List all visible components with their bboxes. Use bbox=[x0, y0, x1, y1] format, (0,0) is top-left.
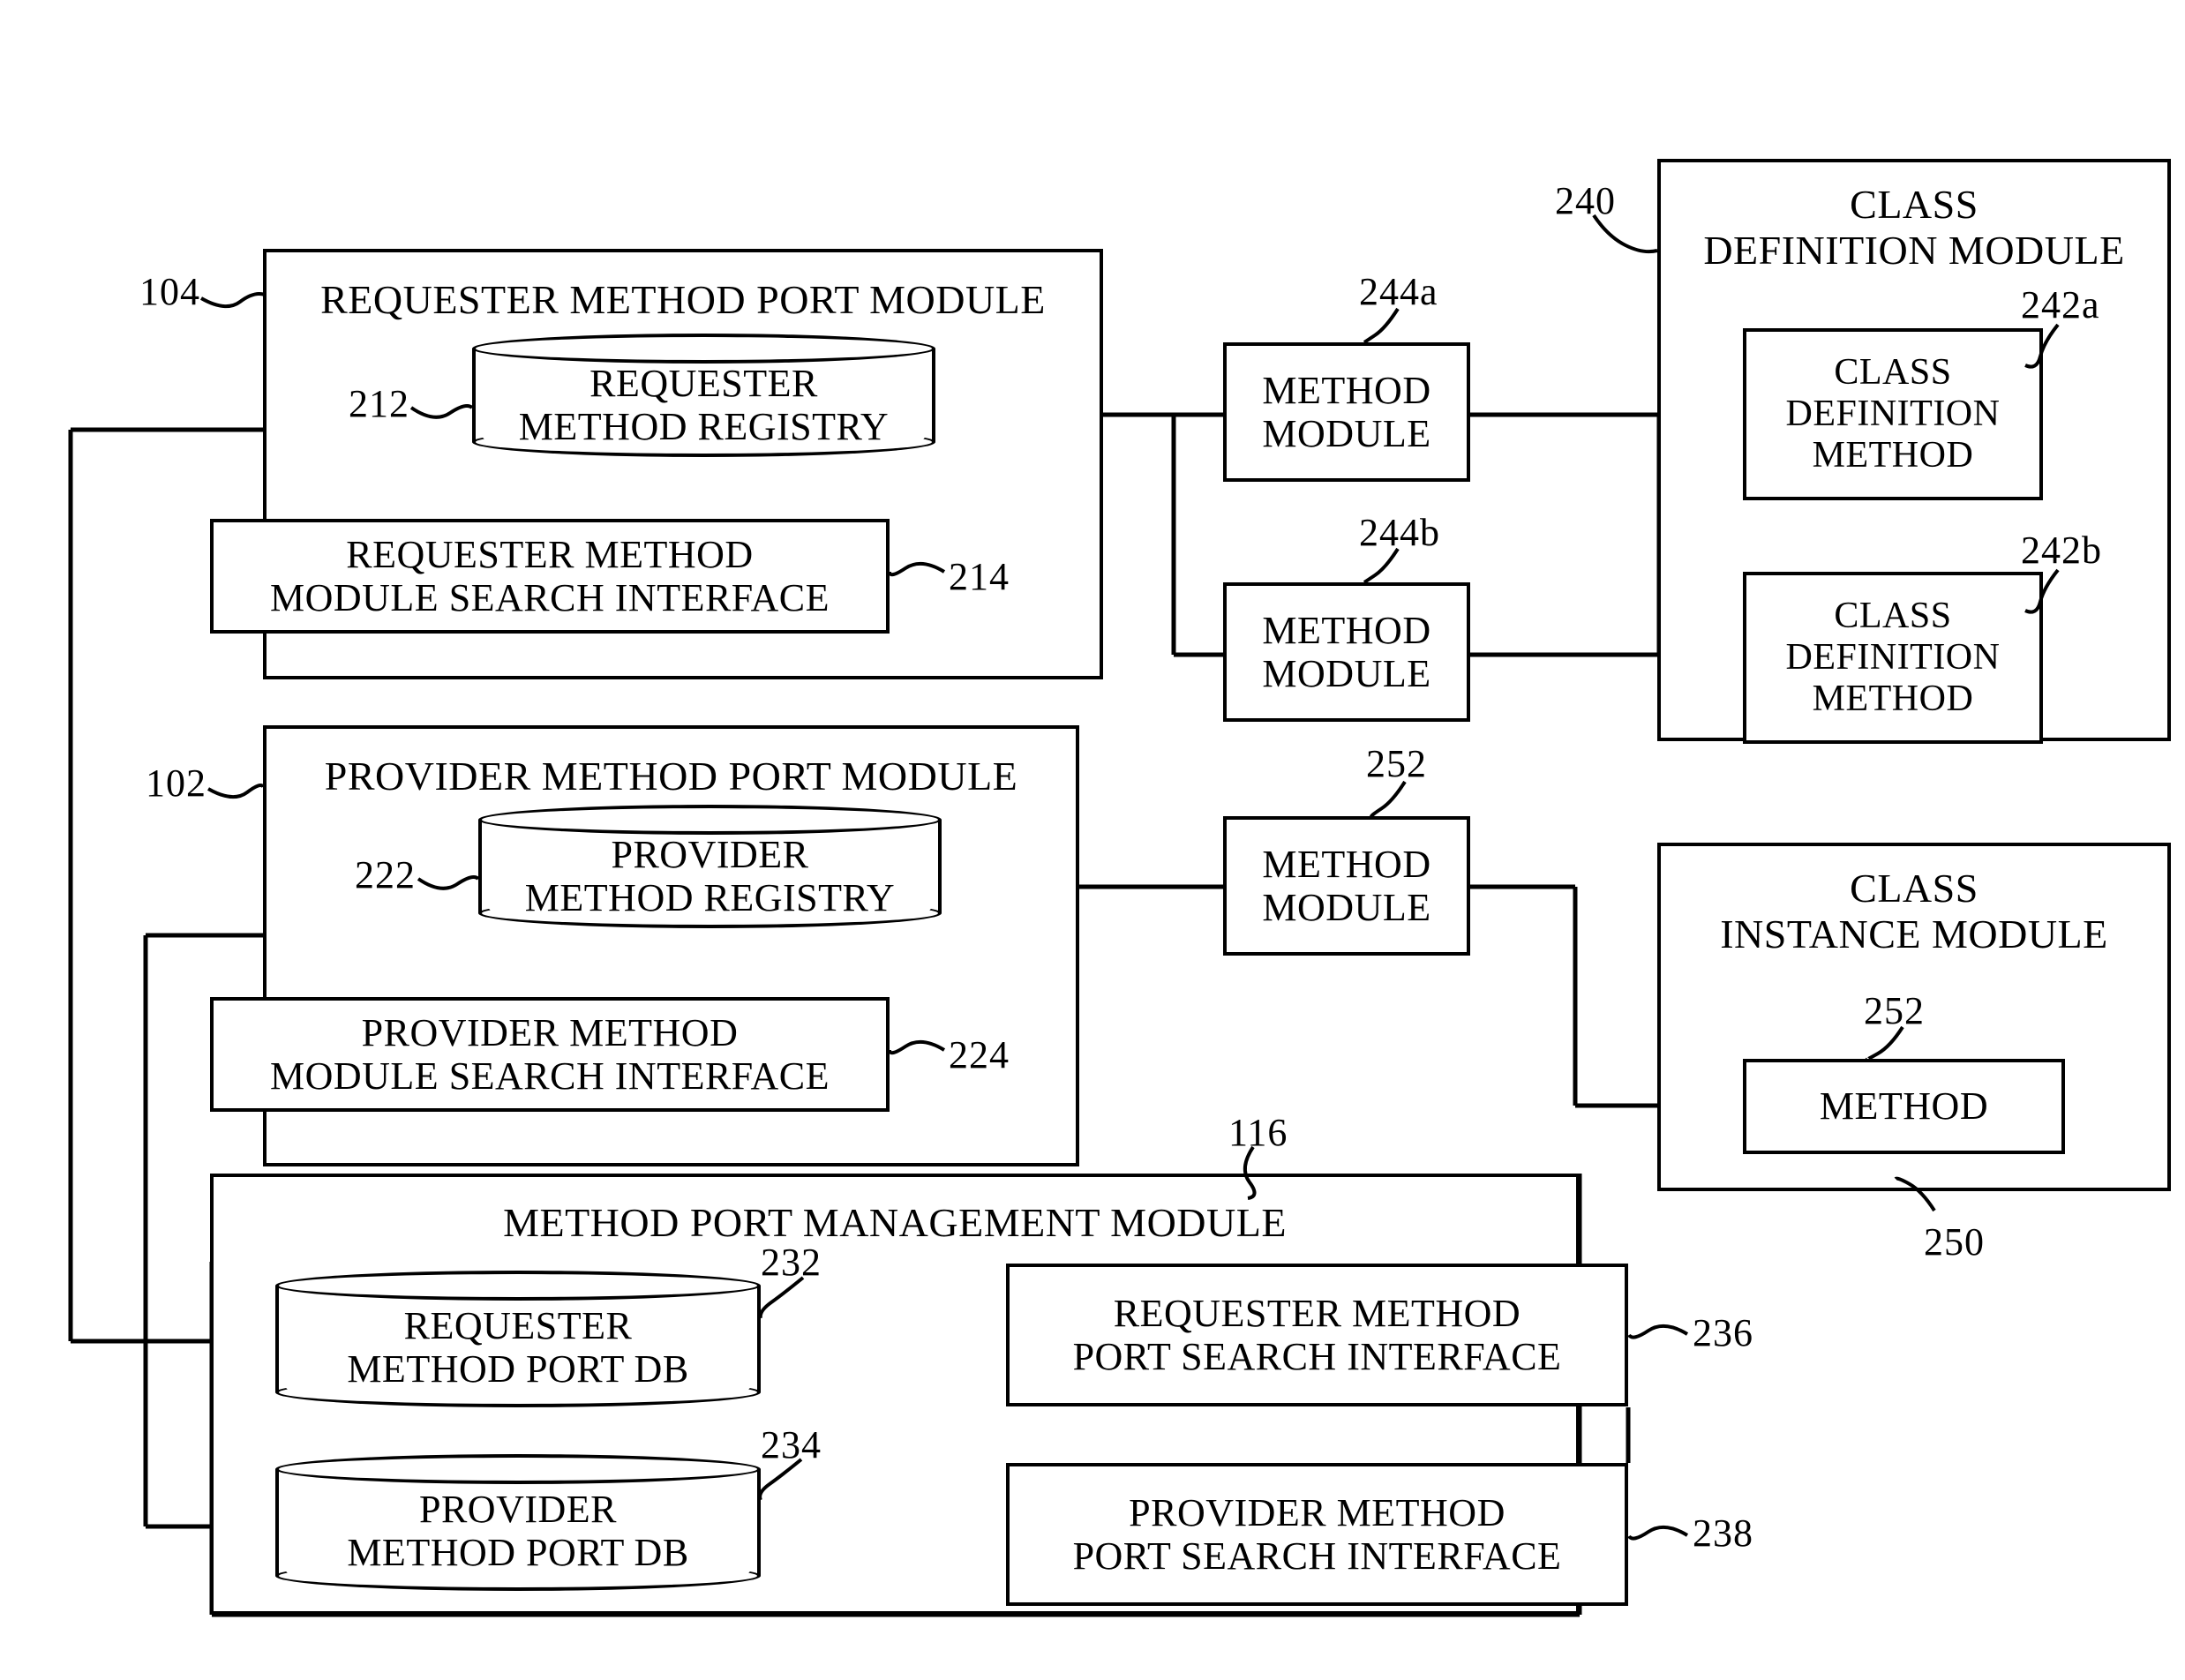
ref-212: 212 bbox=[349, 382, 409, 425]
requester-method-port-db-label: REQUESTER METHOD PORT DB bbox=[347, 1304, 689, 1391]
requester-method-port-module-label: REQUESTER METHOD PORT MODULE bbox=[320, 277, 1046, 322]
requester-method-module-search-interface[interactable]: REQUESTER METHOD MODULE SEARCH INTERFACE bbox=[210, 519, 890, 634]
provider-method-registry[interactable]: PROVIDER METHOD REGISTRY bbox=[478, 805, 942, 928]
ref-242b: 242b bbox=[2021, 529, 2102, 572]
class-instance-module-label: CLASS INSTANCE MODULE bbox=[1720, 866, 2108, 956]
provider-method-port-db[interactable]: PROVIDER METHOD PORT DB bbox=[275, 1454, 761, 1591]
method-module-244a[interactable]: METHOD MODULE bbox=[1223, 342, 1470, 482]
ref-250: 250 bbox=[1924, 1220, 1985, 1264]
requester-method-port-search-interface[interactable]: REQUESTER METHOD PORT SEARCH INTERFACE bbox=[1006, 1264, 1628, 1406]
class-definition-method-242b[interactable]: CLASS DEFINITION METHOD bbox=[1743, 572, 2043, 744]
provider-method-module-search-interface[interactable]: PROVIDER METHOD MODULE SEARCH INTERFACE bbox=[210, 997, 890, 1112]
cylinder-top-ellipse bbox=[472, 334, 935, 364]
ref-234: 234 bbox=[761, 1423, 822, 1466]
method-port-management-module-label: METHOD PORT MANAGEMENT MODULE bbox=[503, 1200, 1287, 1245]
cylinder-top-ellipse bbox=[275, 1454, 761, 1484]
ref-252-method-module: 252 bbox=[1366, 742, 1427, 785]
ref-116: 116 bbox=[1228, 1111, 1288, 1154]
ref-238: 238 bbox=[1693, 1511, 1753, 1555]
ref-244b: 244b bbox=[1359, 511, 1440, 554]
ref-252-class-instance-method: 252 bbox=[1864, 989, 1925, 1032]
ref-236: 236 bbox=[1693, 1311, 1753, 1354]
provider-method-port-search-interface[interactable]: PROVIDER METHOD PORT SEARCH INTERFACE bbox=[1006, 1463, 1628, 1606]
method-module-252[interactable]: METHOD MODULE bbox=[1223, 816, 1470, 956]
method-module-244b[interactable]: METHOD MODULE bbox=[1223, 582, 1470, 722]
ref-104: 104 bbox=[139, 270, 200, 313]
ref-244a: 244a bbox=[1359, 270, 1438, 313]
ref-102: 102 bbox=[146, 761, 206, 805]
class-definition-method-242a[interactable]: CLASS DEFINITION METHOD bbox=[1743, 328, 2043, 500]
ref-242a: 242a bbox=[2021, 283, 2100, 326]
class-instance-method[interactable]: METHOD bbox=[1743, 1059, 2065, 1154]
patent-figure: REQUESTER METHOD PORT MODULE 104 REQUEST… bbox=[0, 0, 2185, 1680]
ref-222: 222 bbox=[355, 853, 416, 896]
ref-224: 224 bbox=[949, 1033, 1010, 1076]
cylinder-top-ellipse bbox=[478, 805, 942, 835]
ref-214: 214 bbox=[949, 555, 1010, 598]
requester-method-registry[interactable]: REQUESTER METHOD REGISTRY bbox=[472, 334, 935, 457]
provider-method-registry-label: PROVIDER METHOD REGISTRY bbox=[524, 833, 896, 920]
requester-method-registry-label: REQUESTER METHOD REGISTRY bbox=[518, 362, 890, 449]
cylinder-top-ellipse bbox=[275, 1271, 761, 1301]
ref-232: 232 bbox=[761, 1241, 822, 1284]
class-definition-module-label: CLASS DEFINITION MODULE bbox=[1703, 182, 2125, 273]
requester-method-port-db[interactable]: REQUESTER METHOD PORT DB bbox=[275, 1271, 761, 1407]
provider-method-port-db-label: PROVIDER METHOD PORT DB bbox=[347, 1488, 689, 1575]
provider-method-port-module-label: PROVIDER METHOD PORT MODULE bbox=[324, 754, 1018, 799]
ref-240: 240 bbox=[1555, 179, 1616, 222]
